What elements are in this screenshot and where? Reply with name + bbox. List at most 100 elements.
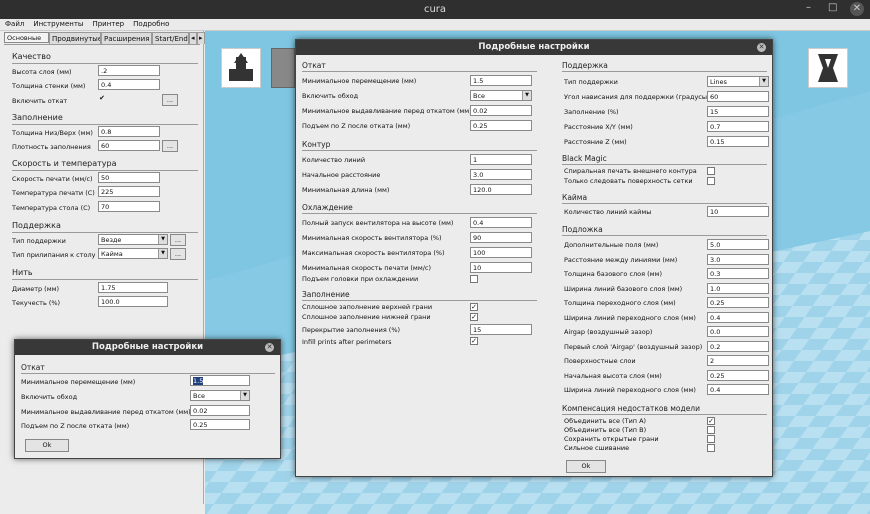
menu-printer[interactable]: Принтер bbox=[87, 19, 128, 28]
close-icon[interactable]: ✕ bbox=[265, 343, 274, 352]
spiral-label: Спиральная печать внешнего контура bbox=[564, 167, 697, 175]
fix-a-checkbox[interactable]: ✓ bbox=[707, 417, 715, 425]
enable-retraction-checkbox[interactable]: ✔ bbox=[98, 95, 106, 103]
raft-first-input[interactable]: 0.2 bbox=[707, 341, 769, 352]
fan-full-input[interactable]: 0.4 bbox=[470, 217, 532, 228]
wall-thickness-input[interactable]: 0.4 bbox=[98, 79, 160, 90]
print-speed-input[interactable]: 50 bbox=[98, 172, 160, 183]
tab-scroll-left[interactable]: ◂ bbox=[189, 32, 197, 44]
raft-margin-label: Дополнительные поля (мм) bbox=[564, 241, 659, 249]
raft-airgap-input[interactable]: 0.0 bbox=[707, 326, 769, 337]
contour-minlen-input[interactable]: 120.0 bbox=[470, 184, 532, 195]
raft-base-input[interactable]: 0.3 bbox=[707, 268, 769, 279]
support-angle-input[interactable]: 60 bbox=[707, 91, 769, 102]
menu-tools[interactable]: Инструменты bbox=[28, 19, 87, 28]
support-type-select[interactable]: Везде ▼ bbox=[98, 234, 168, 245]
comb-value: Все bbox=[473, 92, 486, 100]
raft-basew-input[interactable]: 1.0 bbox=[707, 283, 769, 294]
flow-input[interactable]: 100.0 bbox=[98, 296, 168, 307]
support-xy-input[interactable]: 0.7 bbox=[707, 121, 769, 132]
load-model-button[interactable] bbox=[221, 48, 261, 88]
small-zhop-label: Подъем по Z после отката (мм) bbox=[21, 422, 130, 430]
contour-section: Контур bbox=[302, 140, 331, 149]
small-minmove-input[interactable]: 1.5 bbox=[190, 375, 250, 386]
tab-startend[interactable]: Start/End bbox=[152, 32, 189, 44]
diameter-input[interactable]: 1.75 bbox=[98, 282, 168, 293]
fix-open-checkbox[interactable] bbox=[707, 435, 715, 443]
window-title: cura bbox=[423, 4, 447, 15]
raft-surf-input[interactable]: 2 bbox=[707, 355, 769, 366]
retraction-more-button[interactable]: ... bbox=[162, 94, 178, 106]
fill-density-input[interactable]: 60 bbox=[98, 140, 160, 151]
minext-input[interactable]: 0.02 bbox=[470, 105, 532, 116]
zhop-input[interactable]: 0.25 bbox=[470, 120, 532, 131]
raft-inith-input[interactable]: 0.25 bbox=[707, 370, 769, 381]
ok-button[interactable]: Ok bbox=[566, 460, 606, 473]
fan-max-input[interactable]: 100 bbox=[470, 247, 532, 258]
cool-lift-checkbox[interactable] bbox=[470, 275, 478, 283]
comb-select[interactable]: Все ▼ bbox=[470, 90, 532, 101]
raft-margin-input[interactable]: 5.0 bbox=[707, 239, 769, 250]
fill-overlap-input[interactable]: 15 bbox=[470, 324, 532, 335]
bed-temp-input[interactable]: 70 bbox=[98, 201, 160, 212]
close-window-button[interactable]: ✕ bbox=[850, 2, 864, 16]
contour-lines-input[interactable]: 1 bbox=[470, 154, 532, 165]
print-temp-input[interactable]: 225 bbox=[98, 186, 160, 197]
adhesion-more-button[interactable]: ... bbox=[170, 248, 186, 260]
big-support-type-select[interactable]: Lines ▼ bbox=[707, 76, 769, 87]
minimize-button[interactable]: – bbox=[806, 2, 811, 13]
layer-height-input[interactable]: .2 bbox=[98, 65, 160, 76]
menu-file[interactable]: Файл bbox=[0, 19, 28, 28]
solid-top-checkbox[interactable]: ✓ bbox=[470, 303, 478, 311]
chevron-down-icon: ▼ bbox=[522, 91, 531, 100]
diameter-label: Диаметр (мм) bbox=[12, 285, 60, 293]
raft-interw-input[interactable]: 0.4 bbox=[707, 312, 769, 323]
contour-dist-input[interactable]: 3.0 bbox=[470, 169, 532, 180]
fill-more-button[interactable]: ... bbox=[162, 140, 178, 152]
view-mode-button[interactable] bbox=[808, 48, 848, 88]
small-minext-input[interactable]: 0.02 bbox=[190, 405, 250, 416]
topbot-thickness-input[interactable]: 0.8 bbox=[98, 126, 160, 137]
fan-min-input[interactable]: 90 bbox=[470, 232, 532, 243]
adhesion-type-select[interactable]: Кайма ▼ bbox=[98, 248, 168, 259]
support-z-input[interactable]: 0.15 bbox=[707, 136, 769, 147]
solid-bottom-checkbox[interactable]: ✓ bbox=[470, 313, 478, 321]
maximize-button[interactable]: □ bbox=[828, 2, 837, 13]
small-dialog-title: Подробные настройки bbox=[15, 340, 280, 355]
fix-b-label: Объединить все (Тип B) bbox=[564, 426, 647, 434]
window-titlebar: cura – □ ✕ bbox=[0, 0, 870, 19]
print-speed-label: Скорость печати (мм/с) bbox=[12, 175, 93, 183]
brim-lines-input[interactable]: 10 bbox=[707, 206, 769, 217]
support-xy-label: Расстояние X/Y (мм) bbox=[564, 123, 633, 131]
support-fill-input[interactable]: 15 bbox=[707, 106, 769, 117]
min-speed-input[interactable]: 10 bbox=[470, 262, 532, 273]
small-minext-label: Минимальное выдавливание перед откатом (… bbox=[21, 408, 191, 416]
infill-after-checkbox[interactable]: ✓ bbox=[470, 337, 478, 345]
raft-transw-input[interactable]: 0.4 bbox=[707, 384, 769, 395]
settings-tabs: Основные Продвинутые Расширения Start/En… bbox=[4, 32, 205, 44]
small-ok-button[interactable]: Ok bbox=[25, 439, 69, 452]
raft-inter-input[interactable]: 0.25 bbox=[707, 297, 769, 308]
fix-b-checkbox[interactable] bbox=[707, 426, 715, 434]
layer-height-label: Высота слоя (мм) bbox=[12, 68, 72, 76]
support-more-button[interactable]: ... bbox=[170, 234, 186, 246]
tab-scroll-right[interactable]: ▸ bbox=[197, 32, 205, 44]
surface-only-checkbox[interactable] bbox=[707, 177, 715, 185]
fill-overlap-label: Перекрытие заполнения (%) bbox=[302, 326, 401, 334]
spiral-checkbox[interactable] bbox=[707, 167, 715, 175]
small-comb-select[interactable]: Все ▼ bbox=[190, 390, 250, 401]
raft-spacing-input[interactable]: 3.0 bbox=[707, 254, 769, 265]
menu-expert[interactable]: Подробно bbox=[128, 19, 173, 28]
small-minmove-value: 1.5 bbox=[193, 377, 204, 385]
fix-stitch-checkbox[interactable] bbox=[707, 444, 715, 452]
save-toolpath-button[interactable] bbox=[271, 48, 295, 88]
tab-plugins[interactable]: Расширения bbox=[101, 32, 152, 44]
tab-advanced[interactable]: Продвинутые bbox=[49, 32, 101, 44]
close-icon[interactable]: ✕ bbox=[757, 43, 766, 52]
support-z-label: Расстояние Z (мм) bbox=[564, 138, 627, 146]
small-zhop-input[interactable]: 0.25 bbox=[190, 419, 250, 430]
fill-section: Заполнение bbox=[302, 290, 350, 299]
minmove-input[interactable]: 1.5 bbox=[470, 75, 532, 86]
retract-section: Откат bbox=[302, 61, 326, 70]
tab-basic[interactable]: Основные bbox=[4, 32, 49, 43]
